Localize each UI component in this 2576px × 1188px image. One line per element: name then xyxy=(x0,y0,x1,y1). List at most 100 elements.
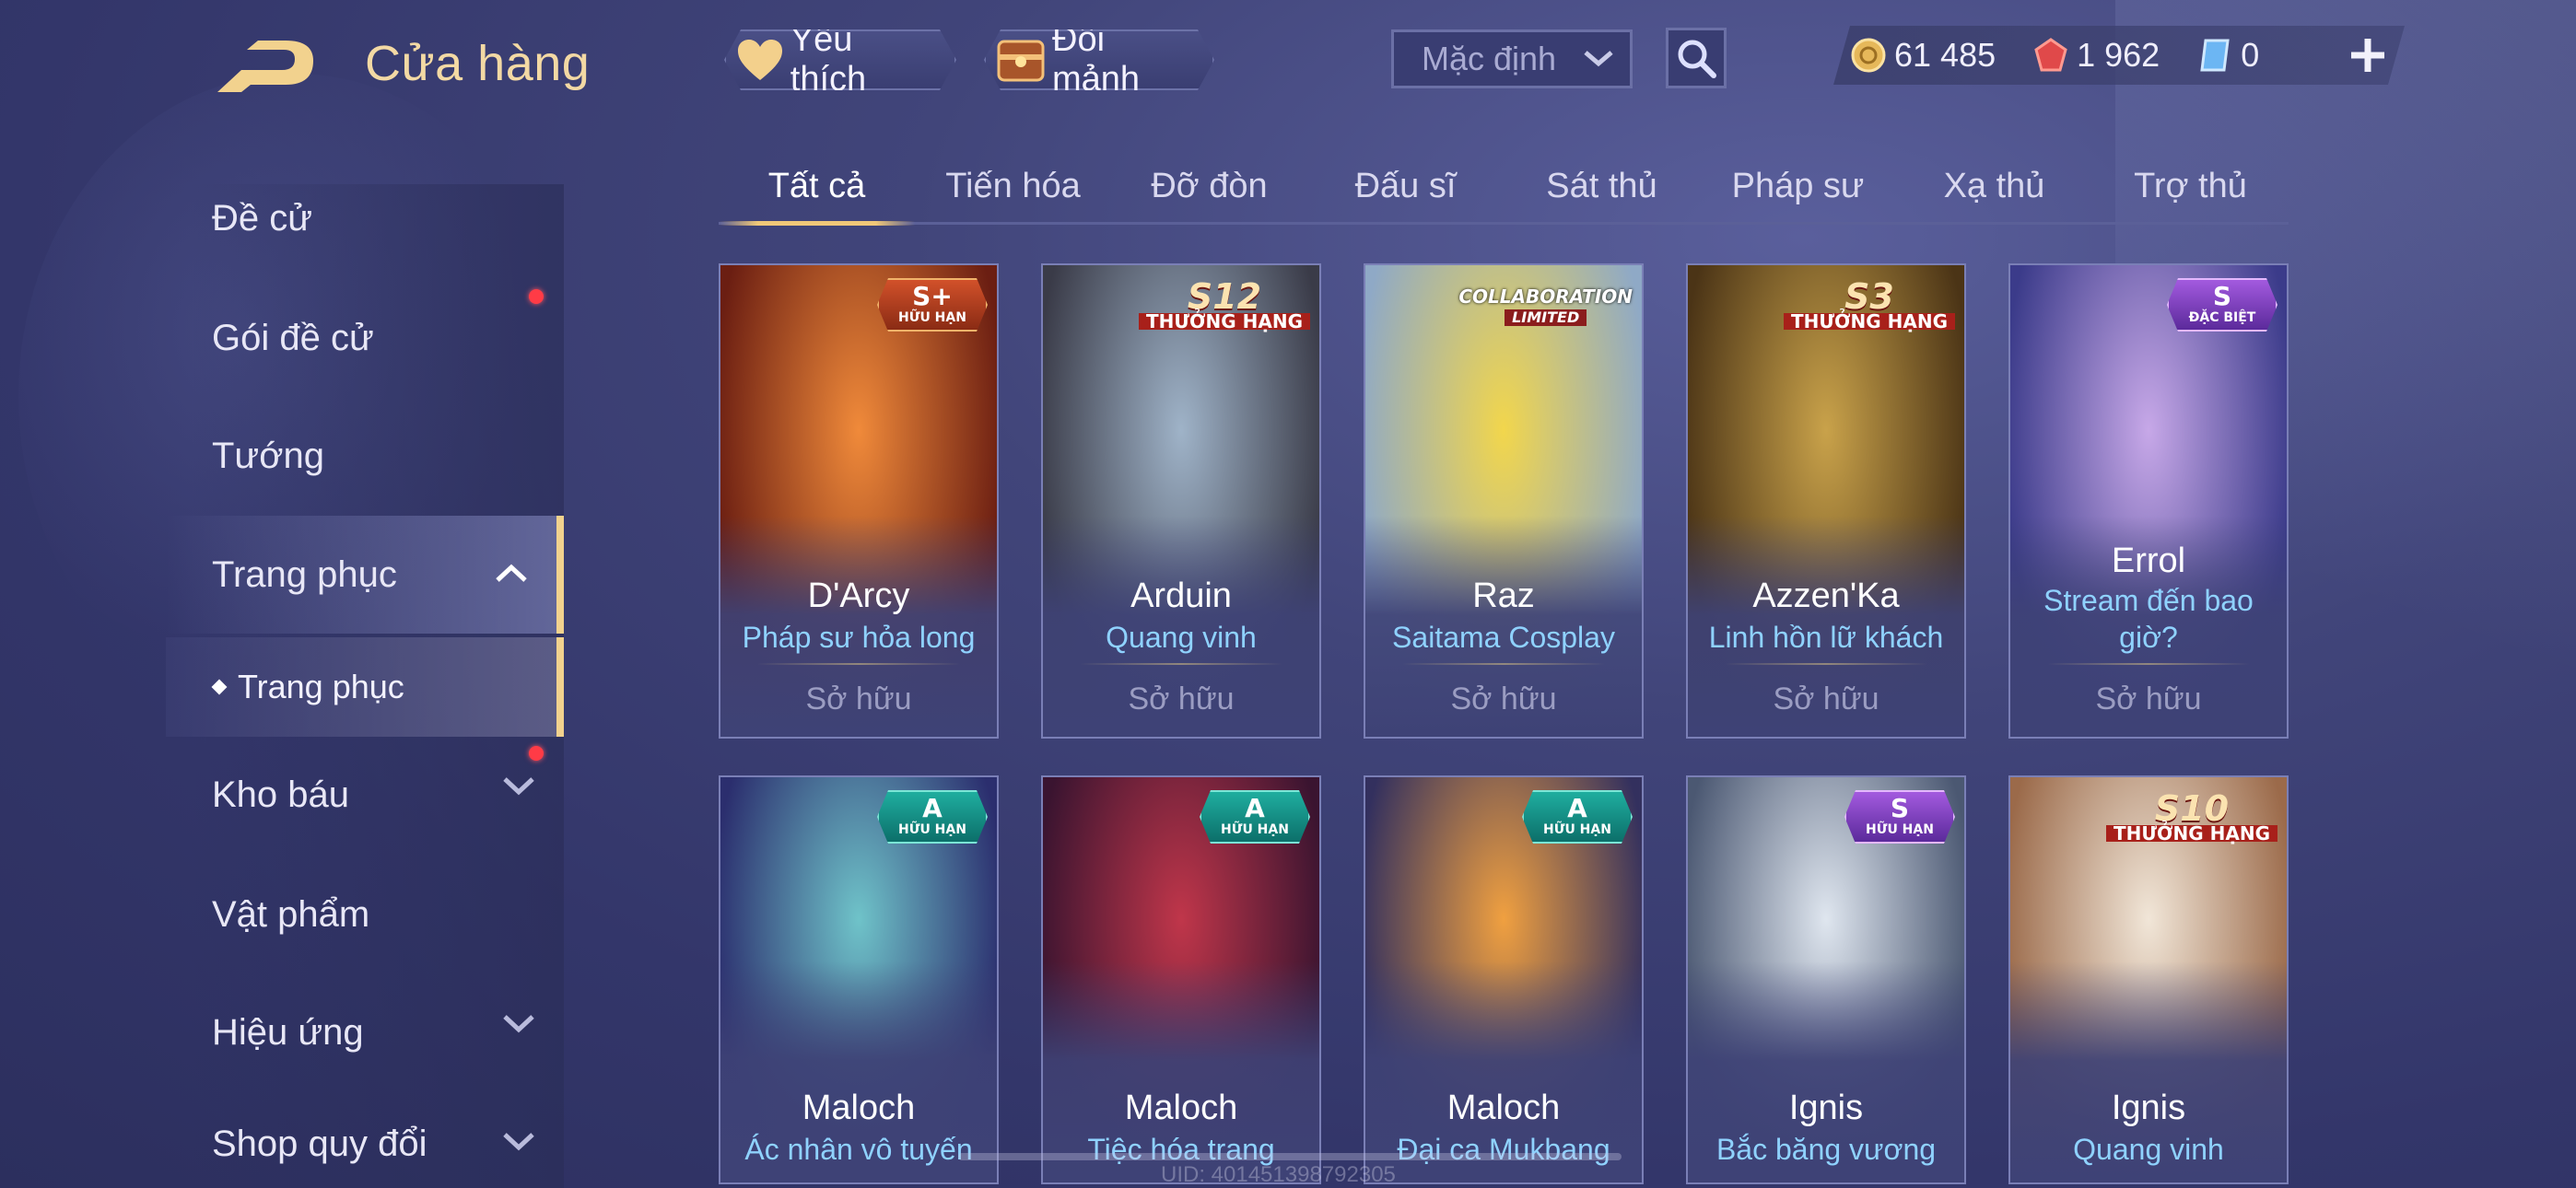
skin-card[interactable]: S10 THƯỞNG HẠNG Ignis Quang vinh xyxy=(2008,775,2289,1184)
notification-dot xyxy=(529,289,544,304)
tab-fighter[interactable]: Đấu sĩ xyxy=(1307,151,1504,222)
notification-dot xyxy=(529,746,544,761)
hero-name: Maloch xyxy=(802,1089,916,1127)
treasure-chest-icon xyxy=(995,34,1047,86)
sort-dropdown[interactable]: Mặc định xyxy=(1391,29,1633,88)
sidebar-item-effects[interactable]: Hiệu ứng xyxy=(212,982,564,1083)
gold-amount: 61 485 xyxy=(1894,36,1996,74)
rarity-badge: COLLABORATION LIMITED xyxy=(1458,278,1633,332)
tab-evolution[interactable]: Tiến hóa xyxy=(915,151,1111,222)
tab-assassin[interactable]: Sát thủ xyxy=(1504,151,1700,222)
tab-mage[interactable]: Pháp sư xyxy=(1700,151,1896,222)
badge-tier: S xyxy=(1890,793,1910,823)
badge-tier: S xyxy=(2212,281,2232,311)
hero-name: Raz xyxy=(1472,577,1535,615)
chevron-down-icon xyxy=(503,1133,534,1151)
skin-card[interactable]: S+ HỮU HẠN D'Arcy Pháp sư hỏa long Sở hữu xyxy=(719,263,999,739)
sidebar-item-items[interactable]: Vật phẩm xyxy=(212,864,564,965)
skin-name: Đại ca Mukbang xyxy=(1397,1133,1610,1166)
user-id: UID: 401451398792305 xyxy=(1161,1162,1396,1187)
gold-currency: 61 485 xyxy=(1850,36,1996,75)
search-button[interactable] xyxy=(1666,28,1727,88)
owned-status: Sở hữu xyxy=(805,681,912,716)
badge-label: THƯỞNG HẠNG xyxy=(2105,824,2277,843)
hero-name: Arduin xyxy=(1130,577,1232,615)
sidebar-item-exchange-shop[interactable]: Shop quy đổi xyxy=(212,1100,564,1188)
hero-name: Maloch xyxy=(1124,1089,1238,1127)
sidebar-item-recommended[interactable]: Đề cử xyxy=(212,168,564,269)
skin-name: Linh hồn lữ khách xyxy=(1708,621,1944,654)
sidebar-item-recommended-bundles[interactable]: Gói đề cử xyxy=(212,287,564,389)
rarity-badge: S10 THƯỞNG HẠNG xyxy=(2105,788,2277,844)
card-divider xyxy=(2047,663,2250,665)
badge-label: HỮU HẠN xyxy=(1543,822,1611,837)
rarity-badge: A HỮU HẠN xyxy=(1200,790,1310,844)
rarity-badge: A HỮU HẠN xyxy=(1522,790,1633,844)
tab-support[interactable]: Trợ thủ xyxy=(2092,151,2289,222)
currency-bar: 61 485 1 962 0 xyxy=(1833,26,2405,85)
sidebar-item-treasure[interactable]: Kho báu xyxy=(212,744,564,845)
tab-tank[interactable]: Đỡ đòn xyxy=(1111,151,1307,222)
tab-marksman[interactable]: Xạ thủ xyxy=(1896,151,2092,222)
badge-label: HỮU HẠN xyxy=(1221,822,1289,837)
sidebar-item-label: Vật phẩm xyxy=(212,893,370,935)
card-divider xyxy=(1402,663,1605,665)
tab-all[interactable]: Tất cả xyxy=(719,151,915,226)
skin-card[interactable]: A HỮU HẠN Maloch Đại ca Mukbang xyxy=(1364,775,1644,1184)
rarity-badge: S12 THƯỞNG HẠNG xyxy=(1138,276,1310,332)
owned-status: Sở hữu xyxy=(2095,681,2202,716)
bullet-icon xyxy=(211,679,228,695)
skin-card[interactable]: S ĐẶC BIỆT Errol Stream đến bao giờ? Sở hữu xyxy=(2008,263,2289,739)
sidebar-item-label: Tướng xyxy=(212,435,324,476)
add-currency-button[interactable] xyxy=(2340,28,2395,83)
skin-name: Quang vinh xyxy=(1106,621,1257,654)
badge-tier: S12 xyxy=(1187,276,1262,317)
hero-name: Ignis xyxy=(2111,1089,2186,1127)
shard-exchange-button[interactable]: Đổi mảnh xyxy=(984,29,1214,90)
badge-tier: A xyxy=(1567,793,1587,823)
badge-tier: A xyxy=(922,793,943,823)
scrollbar[interactable] xyxy=(958,1153,1622,1160)
owned-status: Sở hữu xyxy=(1128,681,1235,716)
skin-card[interactable]: S HỮU HẠN Ignis Bắc băng vương xyxy=(1686,775,1966,1184)
card-divider xyxy=(757,663,960,665)
voucher-currency: 0 xyxy=(2196,36,2259,75)
skin-card[interactable]: COLLABORATION LIMITED Raz Saitama Cosplay Sở… xyxy=(1364,263,1644,739)
rarity-badge: S3 THƯỞNG HẠNG xyxy=(1783,278,1955,332)
category-tabs: Tất cả Tiến hóa Đỡ đòn Đấu sĩ Sát thủ Ph… xyxy=(719,151,2289,226)
back-button[interactable] xyxy=(210,37,319,98)
badge-label: ĐẶC BIỆT xyxy=(2188,310,2256,325)
skin-card[interactable]: S3 THƯỞNG HẠNG Azzen'Ka Linh hồn lữ khách Sở… xyxy=(1686,263,1966,739)
favorites-button[interactable]: Yêu thích xyxy=(724,29,956,90)
search-icon xyxy=(1678,40,1716,78)
rarity-badge: A HỮU HẠN xyxy=(877,790,988,844)
gold-coin-icon xyxy=(1850,37,1887,74)
hero-name: Errol xyxy=(2111,542,2186,580)
gem-currency: 1 962 xyxy=(2032,36,2160,75)
chevron-down-icon xyxy=(503,1015,534,1033)
skin-name: Stream đến bao giờ? xyxy=(2043,584,2254,654)
hero-name: Azzen'Ka xyxy=(1752,577,1900,615)
sidebar-item-heroes[interactable]: Tướng xyxy=(212,405,564,507)
page-title: Cửa hàng xyxy=(365,36,591,91)
sidebar-item-label: Gói đề cử xyxy=(212,317,374,358)
badge-label: THƯỞNG HẠNG xyxy=(1783,312,1955,331)
rarity-badge: S+ HỮU HẠN xyxy=(877,278,988,332)
sidebar-item-label: Kho báu xyxy=(212,774,350,815)
sidebar-subitem-skins[interactable]: Trang phục xyxy=(166,637,564,737)
sidebar-item-skins[interactable]: Trang phục xyxy=(166,516,564,634)
skin-name: Ác nhân vô tuyến xyxy=(744,1133,973,1166)
skin-card[interactable]: S12 THƯỞNG HẠNG Arduin Quang vinh Sở hữu xyxy=(1041,263,1321,739)
heart-icon xyxy=(735,34,785,86)
card-divider xyxy=(1725,663,1927,665)
favorites-label: Yêu thích xyxy=(790,20,867,99)
plus-icon xyxy=(2351,39,2384,72)
card-divider xyxy=(1080,663,1282,665)
sidebar-item-label: Hiệu ứng xyxy=(212,1011,364,1053)
badge-tier: A xyxy=(1245,793,1265,823)
rarity-badge: S HỮU HẠN xyxy=(1844,790,1955,844)
shard-exchange-label: Đổi mảnh xyxy=(1052,20,1141,99)
skin-card[interactable]: A HỮU HẠN Maloch Ác nhân vô tuyến xyxy=(719,775,999,1184)
skin-card[interactable]: A HỮU HẠN Maloch Tiệc hóa trang xyxy=(1041,775,1321,1184)
badge-tier: S10 xyxy=(2154,788,2230,829)
